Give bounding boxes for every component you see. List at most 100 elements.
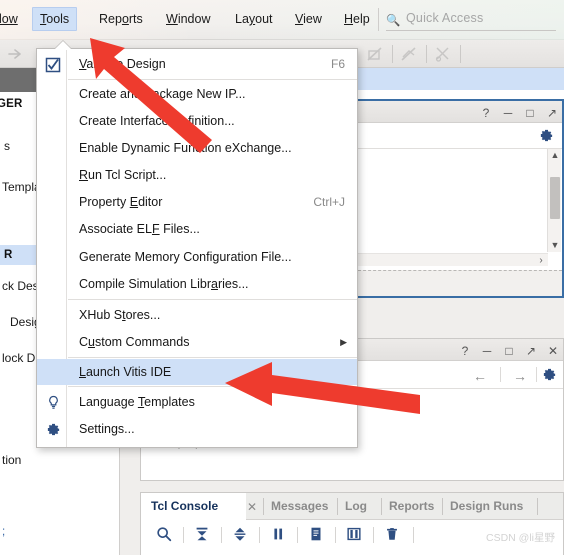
toolbar-divider-2 — [426, 45, 427, 63]
console-tab-strip: Tcl Console ✕ Messages Log Reports Desig… — [141, 493, 563, 520]
tab-reports[interactable]: Reports — [389, 493, 434, 520]
help-icon[interactable]: ? — [459, 345, 471, 357]
console-tab-divider — [537, 498, 538, 515]
unplace-icon[interactable] — [366, 45, 384, 63]
menu-item-tools[interactable]: Tools — [32, 7, 78, 31]
minimize-icon[interactable]: ─ — [502, 107, 514, 119]
maximize-icon[interactable]: □ — [503, 345, 515, 357]
unroute-icon[interactable] — [400, 45, 418, 63]
menu-item-flow[interactable]: low — [0, 8, 25, 30]
menu-enable-dfx[interactable]: Enable Dynamic Function eXchange... — [37, 135, 357, 161]
tab-messages[interactable]: Messages — [271, 493, 328, 520]
menu-compile-simulation-libraries[interactable]: Compile Simulation Libraries... — [37, 271, 357, 297]
menu-language-templates[interactable]: Language Templates — [37, 389, 357, 415]
menu-validate-design[interactable]: Validate Design F6 — [37, 51, 357, 77]
console-toolbar-divider — [335, 527, 336, 543]
scrollbar-thumb[interactable] — [550, 177, 560, 219]
tab-design-runs[interactable]: Design Runs — [450, 493, 523, 520]
dropdown-separator — [68, 79, 357, 80]
dropdown-separator — [68, 357, 357, 358]
copy-icon[interactable] — [307, 525, 327, 545]
console-toolbar-divider — [183, 527, 184, 543]
gear-icon — [46, 420, 62, 436]
maximize-icon[interactable]: □ — [524, 107, 536, 119]
close-icon[interactable]: ✕ — [247, 500, 257, 514]
menu-associate-elf-files[interactable]: Associate ELF Files... — [37, 216, 357, 242]
menu-language-templates-label: Language Templates — [79, 395, 195, 409]
menu-item-flow-label: low — [0, 12, 18, 26]
search-icon: 🔍​ — [386, 15, 401, 27]
dropdown-separator — [68, 299, 357, 300]
lightbulb-icon — [46, 393, 62, 409]
menu-property-editor-accel: Ctrl+J — [313, 195, 345, 209]
checkbox-checked-icon — [45, 56, 61, 73]
sidebar-item-simulation[interactable]: tion — [0, 451, 120, 470]
menu-item-view[interactable]: View — [288, 8, 329, 30]
sources-vertical-scrollbar[interactable]: ▲ ▼ — [547, 149, 561, 252]
menu-xhub-stores[interactable]: XHub Stores... — [37, 302, 357, 328]
chevron-right-icon[interactable]: › — [535, 254, 547, 267]
menu-property-editor-label: Property Editor — [79, 195, 163, 209]
sources-window-controls: ? ─ □ ↗​ — [480, 104, 558, 121]
menu-create-package-new-ip[interactable]: Create and Package New IP... — [37, 81, 357, 107]
collapse-all-icon[interactable] — [193, 525, 213, 545]
search-icon[interactable] — [155, 525, 175, 545]
trash-icon[interactable] — [383, 525, 403, 545]
menu-validate-design-label: Validate Design — [79, 57, 166, 71]
menu-create-interface-definition-label: Create Interface Definition... — [79, 114, 235, 128]
console-toolbar-divider — [221, 527, 222, 543]
expand-all-icon[interactable] — [231, 525, 251, 545]
menu-launch-vitis-ide[interactable]: Launch Vitis IDE — [37, 359, 357, 385]
menu-item-help-label: Help — [344, 12, 370, 26]
menu-property-editor[interactable]: Property Editor Ctrl+J — [37, 189, 357, 215]
forward-arrow-icon[interactable] — [6, 45, 24, 63]
quick-access-search[interactable]: 🔍​ Quick Access — [386, 10, 556, 31]
columns-icon[interactable] — [345, 525, 365, 545]
gear-icon[interactable] — [542, 367, 557, 382]
sidebar-link[interactable]: ; — [0, 523, 120, 541]
console-toolbar-divider — [297, 527, 298, 543]
minimize-icon[interactable]: ─ — [481, 345, 493, 357]
forward-arrow-icon[interactable]: → — [513, 368, 527, 384]
console-toolbar-divider — [413, 527, 414, 543]
chevron-up-icon[interactable]: ▲ — [548, 149, 562, 162]
pause-icon[interactable] — [269, 525, 289, 545]
menubar-divider — [378, 8, 379, 31]
close-icon[interactable]: ✕ — [547, 345, 559, 357]
menu-associate-elf-files-label: Associate ELF Files... — [79, 222, 200, 236]
menu-generate-memory-config-label: Generate Memory Configuration File... — [79, 250, 292, 264]
back-arrow-icon[interactable]: ← — [473, 368, 487, 384]
float-icon[interactable]: ↗​ — [525, 345, 537, 357]
chevron-down-icon[interactable]: ▼ — [548, 239, 562, 252]
quick-access-underline — [386, 30, 556, 31]
menu-create-package-new-ip-label: Create and Package New IP... — [79, 87, 246, 101]
menu-create-interface-definition[interactable]: Create Interface Definition... — [37, 108, 357, 134]
cut-nets-icon[interactable] — [434, 45, 452, 63]
properties-window-controls: ? ─ □ ↗​ ✕ — [459, 342, 559, 359]
menu-settings[interactable]: Settings... — [37, 416, 357, 442]
sidebar-item-templates-label: Templa — [2, 180, 41, 194]
tools-dropdown-menu: Validate Design F6 Create and Package Ne… — [36, 41, 358, 448]
menu-item-help[interactable]: Help — [337, 8, 377, 30]
menu-enable-dfx-label: Enable Dynamic Function eXchange... — [79, 141, 292, 155]
menu-run-tcl-script[interactable]: Run Tcl Script... — [37, 162, 357, 188]
menu-item-window[interactable]: Window — [159, 8, 217, 30]
console-tab-divider — [381, 498, 382, 515]
gear-icon[interactable] — [539, 128, 554, 143]
menu-launch-vitis-ide-label: Launch Vitis IDE — [79, 365, 172, 379]
menu-item-reports-label: Reports — [99, 12, 143, 26]
menu-item-tools-label: Tools — [40, 12, 70, 26]
menu-item-view-label: View — [295, 12, 322, 26]
menu-item-layout[interactable]: Layout — [228, 8, 280, 30]
tab-tcl-console[interactable]: Tcl Console — [141, 493, 247, 520]
menu-custom-commands[interactable]: Custom Commands ▶ — [37, 329, 357, 355]
toolbar-divider-3 — [460, 45, 461, 63]
float-icon[interactable]: ↗​ — [546, 107, 558, 119]
menu-item-reports[interactable]: Reports — [92, 8, 150, 30]
toolbar-divider — [500, 367, 501, 382]
tab-log[interactable]: Log — [345, 493, 367, 520]
menu-generate-memory-config[interactable]: Generate Memory Configuration File... — [37, 244, 357, 270]
menu-run-tcl-script-label: Run Tcl Script... — [79, 168, 167, 182]
console-tab-divider — [442, 498, 443, 515]
help-icon[interactable]: ? — [480, 107, 492, 119]
